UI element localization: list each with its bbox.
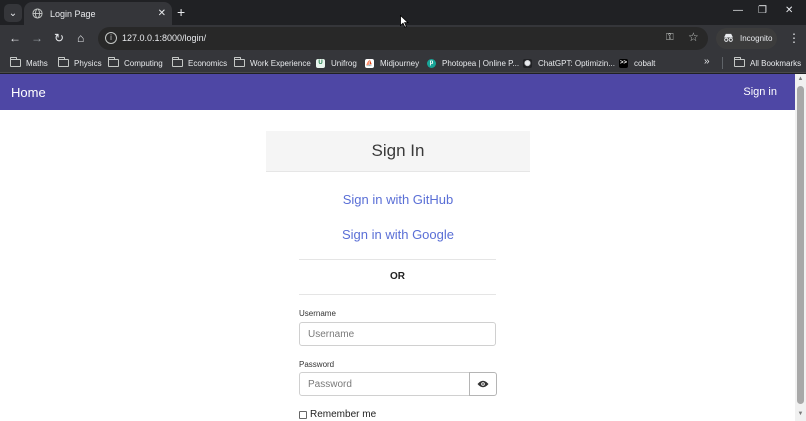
- show-password-button[interactable]: [469, 372, 497, 396]
- back-arrow-icon[interactable]: ←: [9, 31, 21, 45]
- folder-icon: [10, 57, 21, 68]
- bookmark-photopea[interactable]: p Photopea | Online P...: [426, 56, 519, 70]
- bookmark-economics[interactable]: Economics: [172, 56, 227, 70]
- github-sign-in-link[interactable]: Sign in with GitHub: [266, 192, 530, 207]
- username-input[interactable]: [299, 322, 496, 346]
- home-icon[interactable]: ⌂: [77, 31, 84, 45]
- page-title: Sign In: [371, 141, 425, 160]
- bookmark-physics[interactable]: Physics: [58, 56, 102, 70]
- password-key-icon[interactable]: ⚿: [666, 32, 674, 43]
- bookmarks-divider: [722, 57, 723, 69]
- active-tab[interactable]: Login Page ✕: [24, 2, 172, 25]
- folder-icon: [172, 57, 183, 68]
- folder-icon: [58, 57, 69, 68]
- globe-icon: [32, 8, 43, 19]
- google-sign-in-link[interactable]: Sign in with Google: [266, 227, 530, 242]
- midjourney-icon: ⛵: [365, 58, 374, 68]
- browser-menu-icon[interactable]: ⋮: [788, 31, 800, 45]
- remember-me-checkbox[interactable]: [299, 410, 307, 419]
- all-bookmarks[interactable]: All Bookmarks: [734, 56, 801, 70]
- incognito-label: Incognito: [740, 34, 773, 43]
- chatgpt-icon: ✺: [523, 58, 532, 68]
- bookmark-computing[interactable]: Computing: [108, 56, 163, 70]
- or-divider-top: [299, 259, 496, 260]
- bookmark-midjourney[interactable]: ⛵ Midjourney: [364, 56, 419, 70]
- password-label: Password: [299, 360, 335, 369]
- folder-icon: [734, 57, 745, 68]
- more-bookmarks-icon[interactable]: »: [704, 56, 710, 67]
- folder-icon: [108, 57, 119, 68]
- unifrog-icon: U: [316, 58, 325, 68]
- page-viewport: Home Sign in Sign In Sign in with GitHub…: [0, 74, 806, 421]
- or-divider-bottom: [299, 294, 496, 295]
- incognito-icon: [723, 33, 734, 44]
- mouse-cursor-icon: [400, 14, 410, 33]
- tab-title: Login Page: [50, 8, 96, 19]
- bookmark-work-experience[interactable]: Work Experience: [234, 56, 311, 70]
- folder-icon: [234, 57, 245, 68]
- new-tab-button[interactable]: +: [177, 4, 185, 20]
- page-scrollbar[interactable]: ▲ ▼: [795, 74, 806, 421]
- bookmark-star-icon[interactable]: ☆: [688, 30, 699, 44]
- restore-icon[interactable]: ❐: [758, 5, 767, 16]
- incognito-badge[interactable]: Incognito: [716, 28, 777, 49]
- minimize-icon[interactable]: —: [733, 5, 743, 16]
- tab-search-button[interactable]: ⌄: [4, 4, 22, 22]
- sign-in-card-header: Sign In: [266, 131, 530, 172]
- site-navbar: Home Sign in: [0, 74, 795, 110]
- remember-me-label: Remember me: [310, 409, 377, 420]
- scrollbar-thumb[interactable]: [797, 86, 804, 404]
- bookmark-maths[interactable]: Maths: [10, 56, 48, 70]
- bookmark-chatgpt[interactable]: ✺ ChatGPT: Optimizin...: [522, 56, 615, 70]
- address-url[interactable]: 127.0.0.1:8000/login/: [122, 33, 206, 43]
- remember-me[interactable]: Remember me: [299, 409, 376, 420]
- cobalt-icon: >>: [619, 58, 628, 68]
- nav-home-link[interactable]: Home: [11, 85, 46, 100]
- close-window-icon[interactable]: ✕: [785, 5, 793, 16]
- bookmark-unifrog[interactable]: U Unifrog: [315, 56, 357, 70]
- photopea-icon: p: [427, 58, 436, 68]
- reload-icon[interactable]: ↻: [54, 31, 64, 45]
- bookmark-cobalt[interactable]: >> cobalt: [618, 56, 655, 70]
- password-input[interactable]: [299, 372, 470, 396]
- bookmarks-bar: Maths Physics Computing Economics Work E…: [0, 52, 806, 73]
- chevron-down-icon: ⌄: [8, 7, 18, 19]
- scroll-down-icon[interactable]: ▼: [796, 411, 805, 419]
- nav-sign-in-link[interactable]: Sign in: [743, 86, 777, 98]
- scroll-up-icon[interactable]: ▲: [796, 76, 805, 84]
- close-tab-icon[interactable]: ✕: [158, 8, 166, 19]
- site-info-icon[interactable]: i: [105, 32, 117, 44]
- eye-icon: [477, 375, 489, 393]
- or-separator: OR: [390, 271, 405, 282]
- forward-arrow-icon[interactable]: →: [31, 31, 43, 45]
- username-label: Username: [299, 309, 336, 318]
